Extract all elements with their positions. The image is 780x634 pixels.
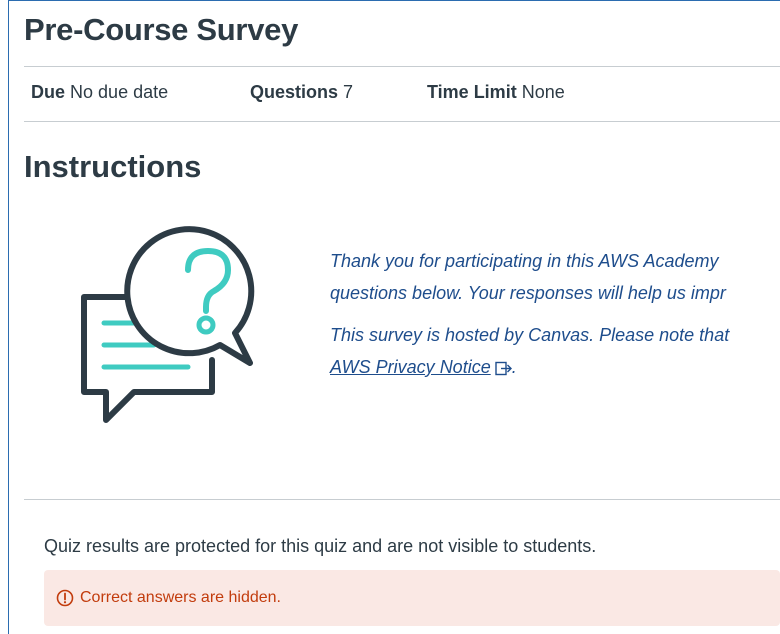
instructions-line: questions below. Your responses will hel… bbox=[330, 283, 726, 303]
question-chat-bubble-icon bbox=[81, 226, 255, 423]
warning-circle-icon bbox=[56, 589, 74, 607]
instructions-line: Thank you for participating in this AWS … bbox=[330, 251, 719, 271]
privacy-trailer: . bbox=[511, 357, 517, 377]
due-value: No due date bbox=[70, 82, 169, 102]
external-link-icon bbox=[495, 361, 512, 376]
instructions-paragraph: Thank you for participating in this AWS … bbox=[330, 245, 780, 309]
instructions-paragraph: This survey is hosted by Canvas. Please … bbox=[330, 319, 780, 383]
instructions-heading: Instructions bbox=[24, 149, 202, 184]
questions-label: Questions bbox=[250, 82, 339, 102]
time-limit-value: None bbox=[521, 82, 565, 102]
instructions-body: Thank you for participating in this AWS … bbox=[330, 245, 780, 383]
hidden-answers-alert: Correct answers are hidden. bbox=[44, 570, 780, 626]
divider bbox=[24, 499, 780, 500]
time-limit-label: Time Limit bbox=[427, 82, 517, 102]
due-label: Due bbox=[31, 82, 66, 102]
questions-value: 7 bbox=[343, 82, 354, 102]
questions-info: Questions 7 bbox=[250, 82, 353, 103]
due-info: Due No due date bbox=[31, 82, 168, 103]
divider bbox=[24, 121, 780, 122]
divider bbox=[24, 66, 780, 67]
instructions-line: This survey is hosted by Canvas. Please … bbox=[330, 325, 730, 345]
privacy-notice-link[interactable]: AWS Privacy Notice bbox=[330, 357, 491, 377]
time-limit-info: Time Limit None bbox=[427, 82, 565, 103]
page-title: Pre-Course Survey bbox=[24, 12, 299, 47]
results-protected-text: Quiz results are protected for this quiz… bbox=[44, 536, 597, 556]
alert-text: Correct answers are hidden. bbox=[80, 589, 281, 606]
